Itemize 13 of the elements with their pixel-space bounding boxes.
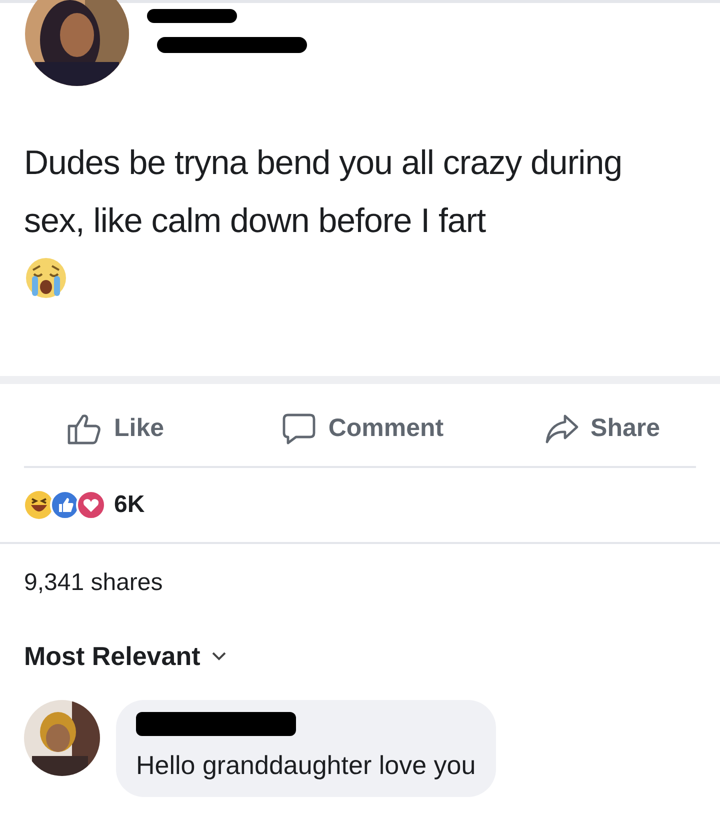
crying-face-icon <box>24 256 68 300</box>
post-text: Dudes be tryna bend you all crazy during sex, like calm down before I fart <box>24 143 624 242</box>
like-button[interactable]: Like <box>24 410 264 448</box>
share-button[interactable]: Share <box>462 410 696 448</box>
share-arrow-icon <box>544 414 579 444</box>
share-count: 9,341 shares <box>24 568 163 598</box>
caret-icon <box>212 652 226 660</box>
thumbs-up-icon <box>66 412 102 446</box>
comment-text: Hello granddaughter love you <box>136 749 476 782</box>
reaction-count: 6K <box>114 490 145 520</box>
comment-button[interactable]: Comment <box>264 410 462 448</box>
sort-dropdown[interactable]: Most Relevant <box>24 636 226 676</box>
speech-bubble-icon <box>282 413 316 445</box>
